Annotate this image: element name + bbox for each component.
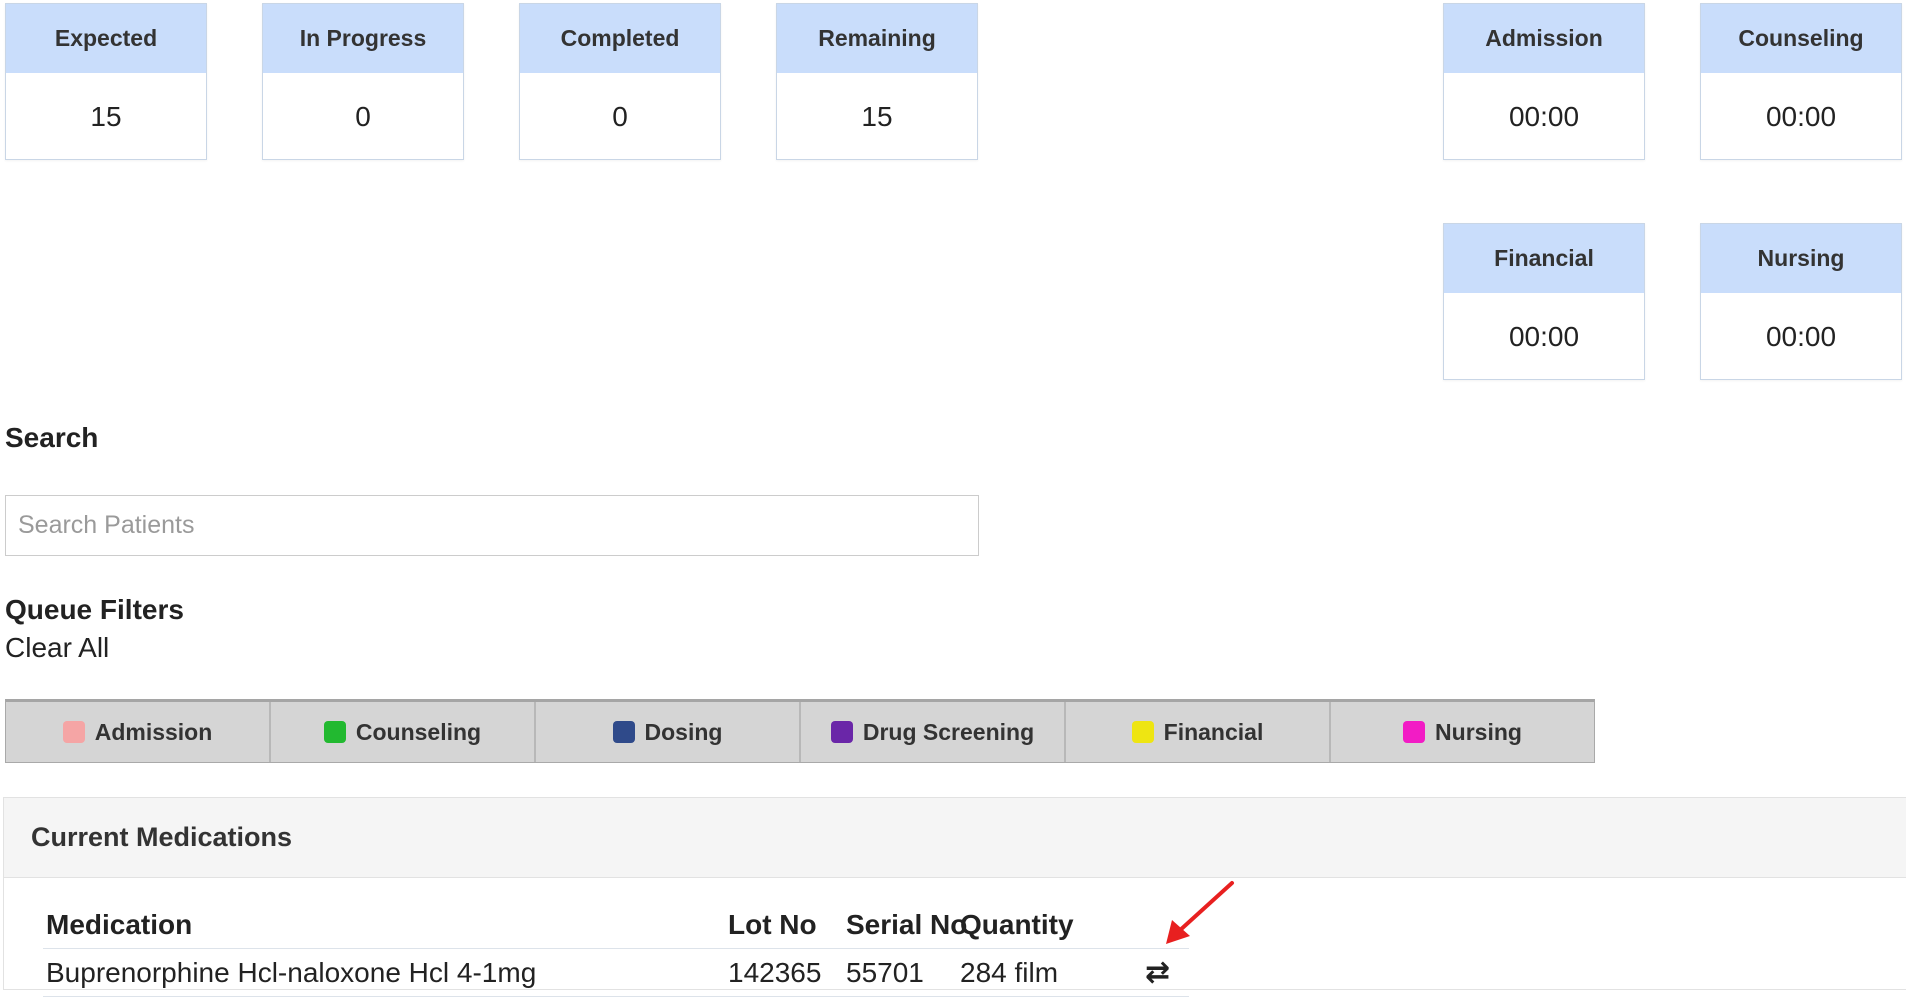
stat-value: 0 bbox=[612, 100, 628, 132]
stat-card-remaining: Remaining 15 bbox=[776, 3, 978, 160]
timer-card-counseling: Counseling 00:00 bbox=[1700, 3, 1902, 160]
filter-label: Counseling bbox=[355, 718, 482, 745]
column-header-quantity: Quantity bbox=[960, 908, 1074, 940]
filter-counseling-button[interactable]: Counseling bbox=[271, 702, 536, 762]
timer-label: Admission bbox=[1444, 4, 1644, 73]
timer-value: 00:00 bbox=[1765, 320, 1837, 352]
search-title: Search bbox=[5, 422, 99, 453]
filter-financial-button[interactable]: Financial bbox=[1066, 702, 1331, 762]
stat-card-in-progress: In Progress 0 bbox=[262, 3, 464, 160]
column-header-serial-no: Serial No bbox=[846, 908, 968, 940]
lot-number: 142365 bbox=[728, 956, 822, 988]
filter-nursing-button[interactable]: Nursing bbox=[1331, 702, 1594, 762]
filter-label: Nursing bbox=[1435, 718, 1522, 745]
current-medications-panel: Current Medications Medication Lot No Se… bbox=[3, 797, 1906, 997]
timer-value: 00:00 bbox=[1508, 100, 1580, 132]
timer-value: 00:00 bbox=[1508, 320, 1580, 352]
stat-label: In Progress bbox=[263, 4, 463, 73]
timer-label: Nursing bbox=[1701, 224, 1901, 293]
stat-value: 15 bbox=[861, 100, 893, 132]
stat-value: 15 bbox=[90, 100, 122, 132]
stat-card-expected: Expected 15 bbox=[5, 3, 207, 160]
stat-value: 0 bbox=[355, 100, 371, 132]
medication-name: Buprenorphine Hcl-naloxone Hcl 4-1mg bbox=[46, 956, 537, 988]
timer-card-financial: Financial 00:00 bbox=[1443, 223, 1645, 380]
filter-label: Drug Screening bbox=[862, 718, 1035, 745]
quantity: 284 film bbox=[960, 956, 1059, 988]
stat-label: Expected bbox=[6, 4, 206, 73]
timer-value: 00:00 bbox=[1765, 100, 1837, 132]
queue-filters-title: Queue Filters bbox=[5, 594, 184, 625]
timer-label: Financial bbox=[1444, 224, 1644, 293]
color-swatch-icon bbox=[1131, 721, 1154, 743]
column-header-medication: Medication bbox=[46, 908, 193, 940]
queue-filter-bar: Admission Counseling Dosing Drug Screeni… bbox=[5, 699, 1595, 763]
color-swatch-icon bbox=[612, 721, 635, 743]
color-swatch-icon bbox=[1403, 721, 1426, 743]
stat-label: Completed bbox=[520, 4, 720, 73]
color-swatch-icon bbox=[830, 721, 853, 743]
filter-drug-screening-button[interactable]: Drug Screening bbox=[801, 702, 1066, 762]
swap-arrows-icon[interactable]: ⇄ bbox=[1145, 949, 1170, 996]
table-header-row: Medication Lot No Serial No Quantity bbox=[43, 901, 1189, 949]
timer-card-admission: Admission 00:00 bbox=[1443, 3, 1645, 160]
serial-number: 55701 bbox=[846, 956, 924, 988]
filter-dosing-button[interactable]: Dosing bbox=[536, 702, 801, 762]
filter-label: Financial bbox=[1163, 718, 1264, 745]
column-header-lot-no: Lot No bbox=[728, 908, 817, 940]
timer-label: Counseling bbox=[1701, 4, 1901, 73]
search-input[interactable] bbox=[5, 495, 979, 556]
clear-all-link[interactable]: Clear All bbox=[5, 632, 109, 664]
filter-admission-button[interactable]: Admission bbox=[6, 702, 271, 762]
color-swatch-icon bbox=[62, 721, 85, 743]
timer-card-nursing: Nursing 00:00 bbox=[1700, 223, 1902, 380]
stat-label: Remaining bbox=[777, 4, 977, 73]
color-swatch-icon bbox=[323, 721, 346, 743]
stat-card-completed: Completed 0 bbox=[519, 3, 721, 160]
annotation-arrow-icon bbox=[1166, 881, 1234, 944]
medications-table: Medication Lot No Serial No Quantity Bup… bbox=[43, 901, 1189, 997]
filter-label: Admission bbox=[94, 718, 213, 745]
panel-title: Current Medications bbox=[4, 798, 1906, 878]
filter-label: Dosing bbox=[644, 718, 723, 745]
